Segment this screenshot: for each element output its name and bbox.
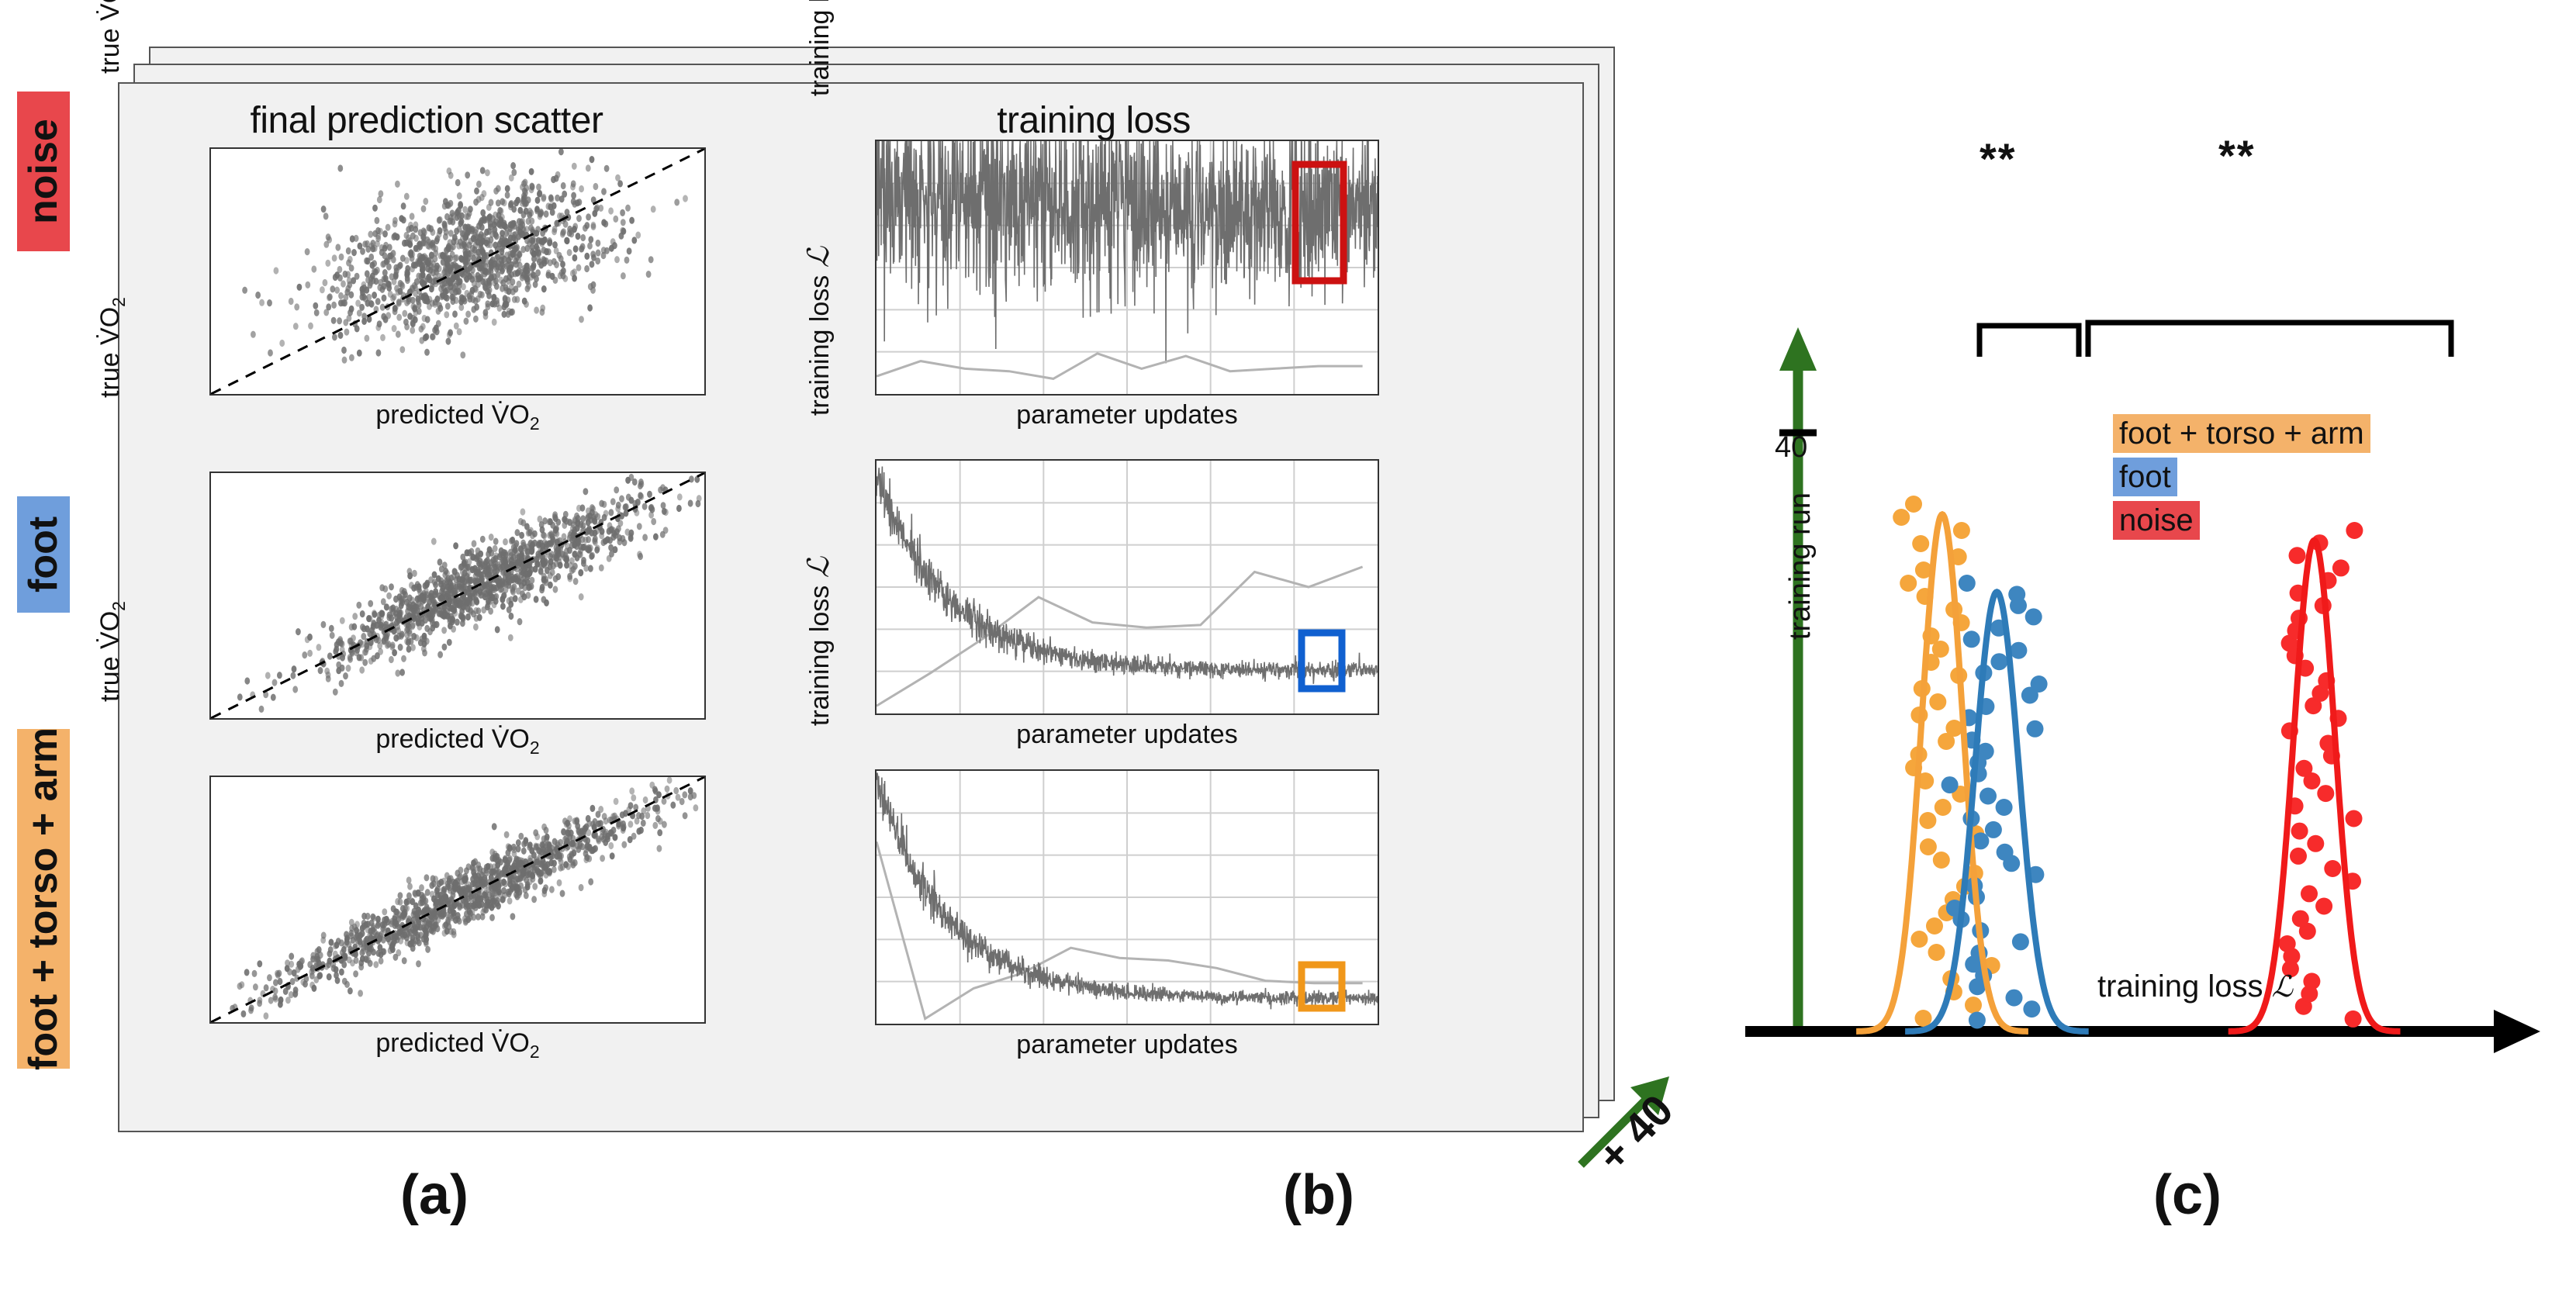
significance-stars-foot-vs-noise: **: [2218, 131, 2256, 180]
legend-item-noise: noise: [2113, 501, 2200, 540]
significance-bracket-long: [2085, 320, 2454, 357]
loss-y-axis-label: training loss ℒ: [803, 246, 835, 416]
panel-c-y-axis-label: training run: [1784, 492, 1817, 641]
significance-bracket-short: [1976, 323, 2082, 357]
loss-x-axis-label: parameter updates: [1016, 400, 1238, 430]
scatter-cell-foot: true V̇O2 predicted V̇O2: [95, 297, 721, 774]
loss-svg-noise: [877, 141, 1378, 394]
loss-cell-foot-torso-arm: training loss ℒ parameter updates: [760, 557, 1412, 1080]
loss-svg-fta: [877, 771, 1378, 1024]
loss-x-axis-label: parameter updates: [1016, 720, 1238, 749]
scatter-svg-foot: [210, 472, 705, 720]
significance-stars-fta-vs-foot: **: [1980, 134, 2017, 183]
loss-cell-noise: training loss ℒ parameter updates: [760, 0, 1412, 450]
legend-item-foot-torso-arm: foot + torso + arm: [2113, 414, 2370, 453]
identity-line: [210, 472, 705, 720]
loss-plot-area-foot: [875, 459, 1379, 715]
identity-line: [210, 776, 705, 1024]
column-header-training-loss: training loss: [997, 100, 1191, 141]
row-label-foot: foot: [17, 496, 70, 613]
column-header-scatter: final prediction scatter: [250, 100, 603, 141]
loss-svg-foot: [877, 461, 1378, 713]
row-label-noise: noise: [17, 92, 70, 251]
scatter-x-axis-label: predicted V̇O2: [375, 724, 540, 758]
panel-label-a: (a): [400, 1164, 469, 1226]
legend-item-foot: foot: [2113, 458, 2177, 496]
scatter-cell-foot-torso-arm: true V̇O2 predicted V̇O2: [95, 601, 721, 1078]
panel-c-x-axis-label: training loss ℒ: [2097, 969, 2293, 1004]
scatter-y-axis-label: true V̇O2: [95, 297, 129, 398]
loss-cell-foot: training loss ℒ parameter updates: [760, 247, 1412, 769]
panel-label-b: (b): [1283, 1164, 1354, 1226]
scatter-cell-noise: true V̇O2 predicted V̇O2: [95, 0, 721, 450]
scatter-y-axis-label: true V̇O2: [95, 0, 125, 74]
scatter-y-axis-label: true V̇O2: [95, 601, 129, 702]
panel-label-c: (c): [2153, 1164, 2222, 1226]
scatter-plot-area-noise: [209, 147, 706, 396]
loss-y-axis-label: training loss ℒ: [805, 0, 835, 97]
loss-x-axis-label: parameter updates: [1016, 1030, 1238, 1059]
loss-plot-area-noise: [875, 140, 1379, 396]
loss-plot-area-foot-torso-arm: [875, 769, 1379, 1025]
scatter-svg-fta: [210, 776, 705, 1024]
loss-y-axis-label: training loss ℒ: [803, 556, 835, 727]
scatter-x-axis-label: predicted V̇O2: [375, 400, 540, 434]
scatter-plot-area-foot-torso-arm: [209, 776, 706, 1024]
scatter-svg-noise: [210, 147, 705, 396]
scatter-x-axis-label: predicted V̇O2: [375, 1028, 540, 1062]
row-label-foot-torso-arm: foot + torso + arm: [17, 727, 70, 1070]
scatter-plot-area-foot: [209, 472, 706, 720]
